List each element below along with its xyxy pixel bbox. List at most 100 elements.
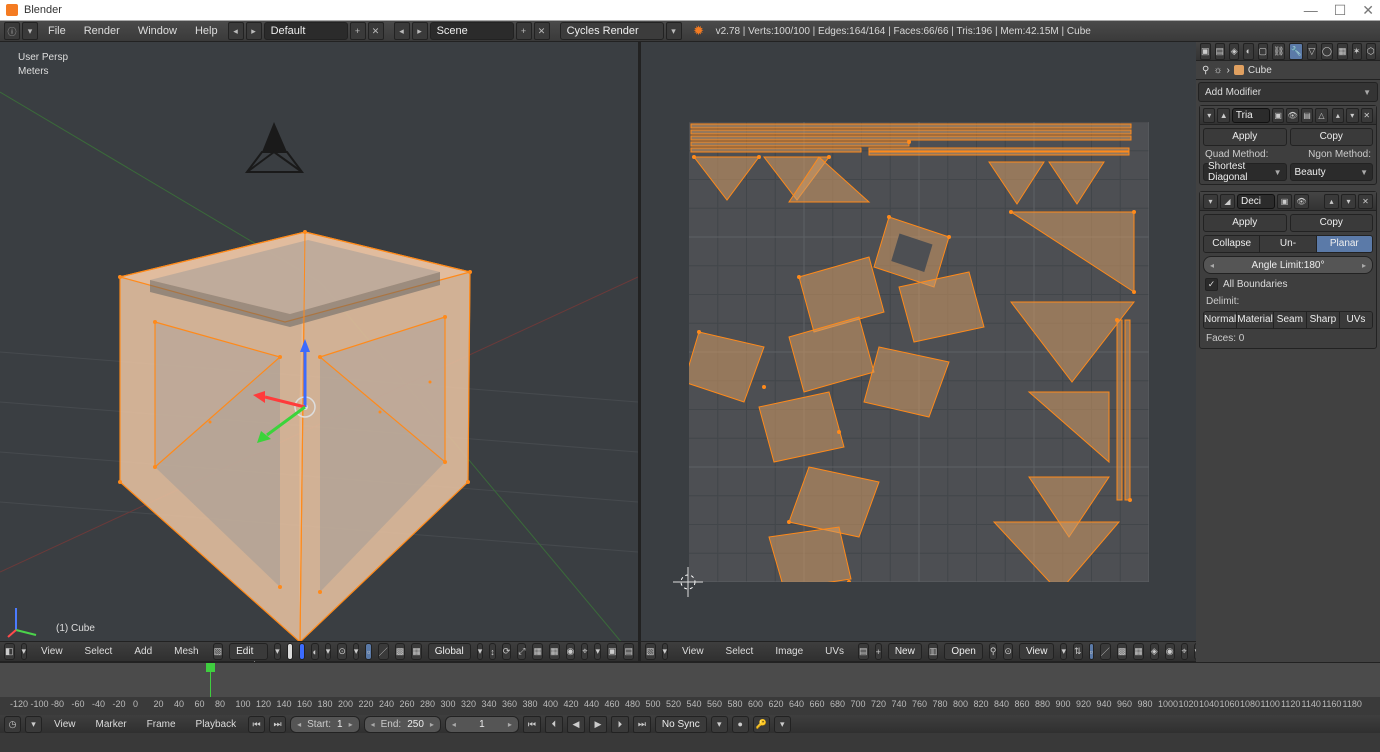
decimate-mode-tabs[interactable]: Collapse Un-Subdivide Planar [1203, 235, 1373, 253]
select-edge-icon[interactable]: ／ [378, 643, 389, 660]
start-frame-field[interactable]: ◂ Start: 1 ▸ [290, 716, 360, 733]
3d-viewport[interactable]: User Persp Meters (1) Cube ◧ ▾ View Sele… [0, 42, 638, 662]
scene-icon[interactable]: ▸ [412, 22, 428, 40]
play-icon[interactable]: ▶ [589, 716, 607, 733]
ngon-method-select[interactable]: Beauty▼ [1290, 163, 1374, 181]
open-image-button[interactable]: Open [944, 643, 982, 660]
delimit-seam[interactable]: Seam [1274, 312, 1307, 328]
menu-marker[interactable]: Marker [88, 718, 135, 731]
render-visibility-icon[interactable]: ▣ [1277, 194, 1292, 209]
tab-modifiers-icon[interactable]: 🔧 [1289, 43, 1302, 60]
scene-add-icon[interactable]: + [516, 22, 532, 40]
info-editor-icon[interactable]: ⓘ [4, 22, 20, 40]
pivot-icon[interactable]: ⊙ [1003, 643, 1013, 660]
collapse-icon[interactable]: ▾ [1203, 108, 1215, 123]
jump-end-icon[interactable]: ⏭ [633, 716, 651, 733]
chevron-down-icon[interactable]: ▾ [353, 643, 360, 660]
menu-playback[interactable]: Playback [188, 718, 245, 731]
pin-icon[interactable]: ⚲ [1202, 65, 1209, 76]
keyframe-next-icon[interactable]: ⏵ [611, 716, 629, 733]
delimit-normal[interactable]: Normal [1204, 312, 1237, 328]
end-frame-field[interactable]: ◂ End: 250 ▸ [364, 716, 441, 733]
transform-orientation[interactable]: Global [428, 643, 471, 660]
maximize-button[interactable]: ☐ [1334, 2, 1347, 19]
delete-modifier-icon[interactable]: ✕ [1361, 108, 1373, 123]
opengl-render-icon[interactable]: ▣ [607, 643, 618, 660]
layout-next-icon[interactable]: ▸ [246, 22, 262, 40]
snap-target-icon[interactable]: ▾ [594, 643, 601, 660]
opengl-anim-icon[interactable]: ▤ [623, 643, 634, 660]
chevron-down-icon[interactable]: ▾ [25, 716, 42, 733]
tab-render-icon[interactable]: ▣ [1200, 43, 1211, 60]
menu-file[interactable]: File [40, 24, 74, 38]
range-icon[interactable]: ⏮ [248, 716, 265, 733]
current-frame-field[interactable]: ◂ 1 ▸ [445, 716, 519, 733]
menu-view[interactable]: View [46, 718, 84, 731]
scene-browse-icon[interactable]: ◂ [394, 22, 410, 40]
modifier-name-input[interactable] [1237, 194, 1275, 209]
autokey-icon[interactable]: ● [732, 716, 749, 733]
editmode-visibility-icon[interactable]: ▤ [1301, 108, 1313, 123]
angle-limit-field[interactable]: ◂ Angle Limit: 180° ▸ [1203, 256, 1373, 274]
menu-frame[interactable]: Frame [139, 718, 184, 731]
range-icon[interactable]: ⏭ [269, 716, 286, 733]
layers-icon[interactable]: ▦ [549, 643, 560, 660]
copy-button[interactable]: Copy [1290, 128, 1374, 146]
snap-target-icon[interactable]: ▾ [1194, 643, 1196, 660]
scene-del-icon[interactable]: ✕ [534, 22, 550, 40]
minimize-button[interactable]: — [1304, 2, 1318, 18]
timeline-track[interactable] [0, 663, 1380, 697]
collapse-icon[interactable]: ▾ [1203, 194, 1218, 209]
tab-scene-icon[interactable]: ◈ [1229, 43, 1239, 60]
delete-modifier-icon[interactable]: ✕ [1358, 194, 1373, 209]
layout-prev-icon[interactable]: ◂ [228, 22, 244, 40]
chevron-down-icon[interactable]: ▾ [477, 643, 484, 660]
manipulator-translate-icon[interactable]: ↕ [489, 643, 496, 660]
viewport-shading-icon[interactable]: ◐ [311, 643, 318, 660]
apply-button[interactable]: Apply [1203, 128, 1287, 146]
uv-vert-icon[interactable]: ▫ [1089, 643, 1094, 660]
editor-type-icon[interactable]: ◷ [4, 716, 21, 733]
manipulator-scale-icon[interactable]: ⤢ [517, 643, 526, 660]
pin-icon[interactable]: ⚲ [989, 643, 998, 660]
quad-method-select[interactable]: Shortest Diagonal▼ [1203, 163, 1287, 181]
tab-particles-icon[interactable]: ✶ [1352, 43, 1362, 60]
layout-del-icon[interactable]: ✕ [368, 22, 384, 40]
editor-type-icon[interactable]: ◧ [4, 643, 15, 660]
move-up-icon[interactable]: ▴ [1324, 194, 1339, 209]
viewport-canvas[interactable] [0, 42, 638, 662]
proportional-edit-icon[interactable]: ◉ [1165, 643, 1175, 660]
modifier-name-input[interactable] [1232, 108, 1270, 123]
chevron-down-icon[interactable]: ▾ [274, 643, 281, 660]
menu-window[interactable]: Window [130, 24, 185, 38]
apply-button[interactable]: Apply [1203, 214, 1287, 232]
chevron-down-icon[interactable]: ▾ [1060, 643, 1067, 660]
mode-select[interactable]: Edit Mode [229, 643, 268, 660]
add-modifier-button[interactable]: Add Modifier ▼ [1198, 82, 1378, 102]
copy-button[interactable]: Copy [1290, 214, 1374, 232]
cube-mesh[interactable] [118, 230, 472, 644]
tab-object-icon[interactable]: ▢ [1258, 43, 1269, 60]
tab-texture-icon[interactable]: ▦ [1337, 43, 1348, 60]
tab-collapse[interactable]: Collapse [1204, 236, 1260, 252]
sync-mode-select[interactable]: No Sync [655, 716, 707, 733]
keyframe-prev-icon[interactable]: ⏴ [545, 716, 563, 733]
jump-start-icon[interactable]: ⏮ [523, 716, 541, 733]
move-down-icon[interactable]: ▾ [1346, 108, 1358, 123]
menu-view[interactable]: View [674, 645, 712, 658]
sticky-select-icon[interactable]: ◈ [1150, 643, 1159, 660]
delimit-options[interactable]: Normal Material Seam Sharp UVs [1203, 311, 1373, 329]
timeline-playhead[interactable] [210, 663, 211, 697]
select-vert-icon[interactable]: ▫ [365, 643, 371, 660]
chevron-down-icon[interactable]: ▾ [666, 22, 682, 40]
chevron-down-icon[interactable]: ▾ [662, 643, 669, 660]
menu-image[interactable]: Image [767, 645, 811, 658]
snap-icon[interactable]: ⌖ [1181, 643, 1188, 660]
viewport-visibility-icon[interactable]: 👁 [1286, 108, 1298, 123]
cage-icon[interactable]: △ [1315, 108, 1327, 123]
menu-uvs[interactable]: UVs [817, 645, 852, 658]
uv-sync-icon[interactable]: ⇅ [1073, 643, 1083, 660]
chevron-down-icon[interactable]: ▾ [21, 643, 28, 660]
image-browse-icon[interactable]: ▤ [858, 643, 869, 660]
menu-add[interactable]: Add [126, 645, 160, 658]
